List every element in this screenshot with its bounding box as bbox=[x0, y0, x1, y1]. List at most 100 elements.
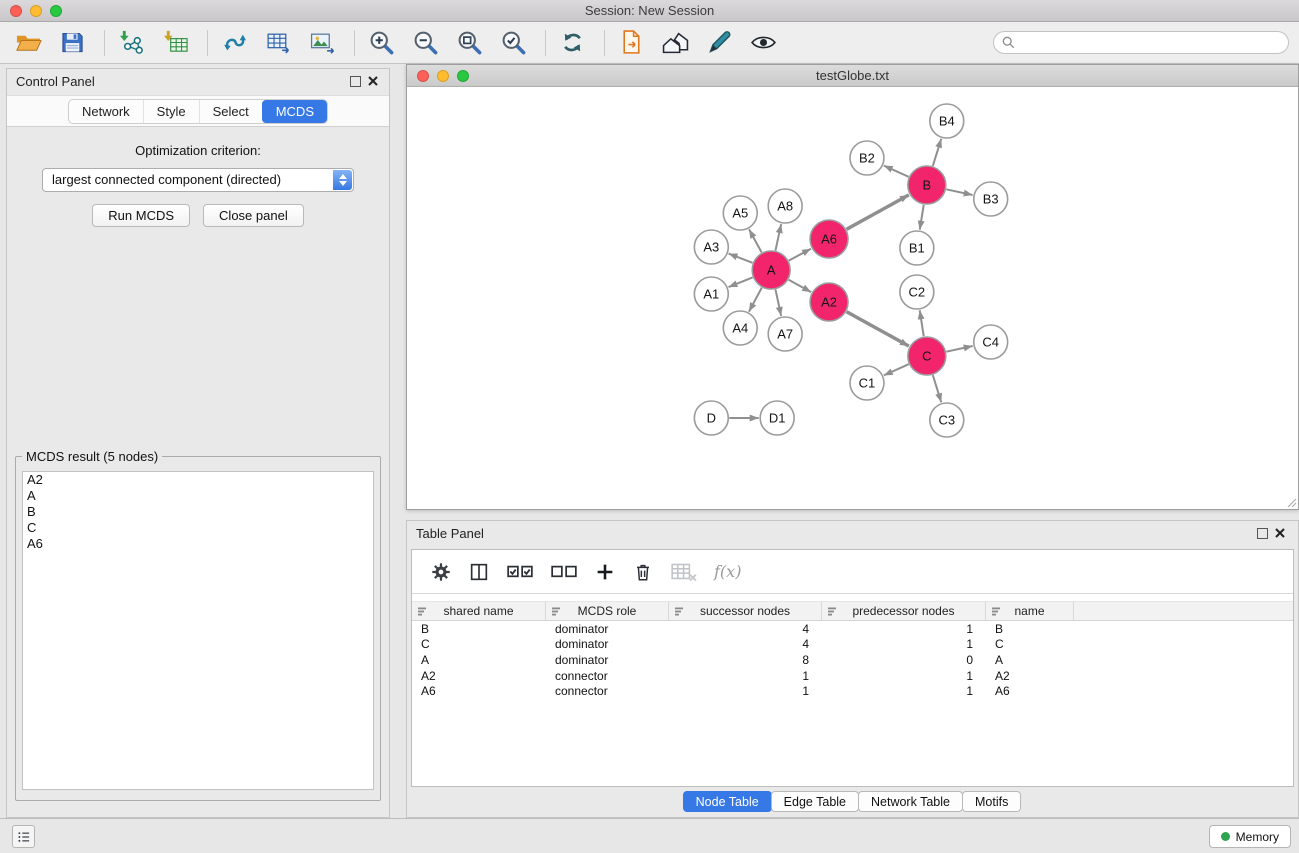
graph-edge-A-A8[interactable] bbox=[775, 224, 781, 250]
graph-edge-A-A4[interactable] bbox=[749, 288, 762, 312]
graph-node-C3[interactable]: C3 bbox=[930, 403, 964, 437]
table-row[interactable]: A6connector11A6 bbox=[412, 683, 1293, 699]
mcds-result-item[interactable]: C bbox=[23, 520, 373, 536]
graph-edge-A-A1[interactable] bbox=[728, 277, 752, 287]
import-network-button[interactable] bbox=[115, 27, 147, 59]
resize-grip-icon[interactable] bbox=[1285, 496, 1297, 508]
task-history-button[interactable] bbox=[12, 825, 35, 848]
graph-node-A2[interactable]: A2 bbox=[810, 283, 848, 321]
new-network-button[interactable] bbox=[218, 27, 250, 59]
add-row-button[interactable] bbox=[590, 557, 620, 587]
column-header-shared-name[interactable]: shared name bbox=[412, 602, 546, 620]
graph-edge-C-C3[interactable] bbox=[933, 375, 941, 402]
graph-edge-C-C1[interactable] bbox=[884, 364, 909, 375]
run-mcds-button[interactable]: Run MCDS bbox=[92, 204, 190, 227]
table-settings-button[interactable] bbox=[426, 557, 456, 587]
tab-mcds[interactable]: MCDS bbox=[262, 100, 327, 123]
tab-motifs[interactable]: Motifs bbox=[962, 791, 1021, 812]
graph-node-A5[interactable]: A5 bbox=[723, 196, 757, 230]
open-session-button[interactable] bbox=[12, 27, 44, 59]
graph-node-B1[interactable]: B1 bbox=[900, 231, 934, 265]
graph-node-A7[interactable]: A7 bbox=[768, 317, 802, 351]
table-row[interactable]: Adominator80A bbox=[412, 652, 1293, 668]
new-table-button[interactable] bbox=[262, 27, 294, 59]
show-columns-button[interactable] bbox=[464, 557, 494, 587]
graph-node-C[interactable]: C bbox=[908, 337, 946, 375]
style-pen-button[interactable] bbox=[703, 27, 735, 59]
close-window-button[interactable] bbox=[10, 5, 22, 17]
close-network-window-button[interactable] bbox=[417, 70, 429, 82]
criterion-dropdown[interactable]: largest connected component (directed) bbox=[42, 168, 354, 192]
mcds-result-item[interactable]: B bbox=[23, 504, 373, 520]
tab-network[interactable]: Network bbox=[69, 100, 143, 123]
network-canvas[interactable]: B4 B2 B B3 A5 A8A6 B1 A3 A C2 A1 A2 A4 A7 C4 C C1 C3 D D1 bbox=[408, 87, 1297, 508]
delete-row-button[interactable] bbox=[628, 557, 658, 587]
graph-node-D[interactable]: D bbox=[694, 401, 728, 435]
zoom-window-button[interactable] bbox=[50, 5, 62, 17]
save-session-button[interactable] bbox=[56, 27, 88, 59]
search-input[interactable] bbox=[1020, 33, 1288, 52]
graph-node-A1[interactable]: A1 bbox=[694, 277, 728, 311]
refresh-button[interactable] bbox=[556, 27, 588, 59]
clear-all-button[interactable] bbox=[546, 557, 582, 587]
minimize-network-window-button[interactable] bbox=[437, 70, 449, 82]
close-panel-button[interactable]: Close panel bbox=[203, 204, 304, 227]
mcds-result-item[interactable]: A6 bbox=[23, 536, 373, 552]
graph-node-B3[interactable]: B3 bbox=[974, 182, 1008, 216]
graph-node-A3[interactable]: A3 bbox=[694, 230, 728, 264]
tab-node-table[interactable]: Node Table bbox=[683, 791, 772, 812]
graph-edge-A-A5[interactable] bbox=[749, 229, 762, 252]
close-table-panel-button[interactable] bbox=[1274, 527, 1286, 539]
graph-edge-C-C2[interactable] bbox=[920, 310, 924, 336]
graph-edge-B-B2[interactable] bbox=[884, 166, 909, 177]
tab-select[interactable]: Select bbox=[199, 100, 262, 123]
graph-node-B4[interactable]: B4 bbox=[930, 104, 964, 138]
network-overview-button[interactable] bbox=[659, 27, 691, 59]
mcds-result-item[interactable]: A2 bbox=[23, 472, 373, 488]
zoom-network-window-button[interactable] bbox=[457, 70, 469, 82]
graph-node-C2[interactable]: C2 bbox=[900, 275, 934, 309]
delete-table-button[interactable] bbox=[666, 557, 702, 587]
graph-edge-B-B4[interactable] bbox=[933, 139, 941, 166]
minimize-window-button[interactable] bbox=[30, 5, 42, 17]
graph-node-A4[interactable]: A4 bbox=[723, 311, 757, 345]
search-box[interactable] bbox=[993, 31, 1289, 54]
graph-node-A[interactable]: A bbox=[752, 251, 790, 289]
tab-network-table[interactable]: Network Table bbox=[858, 791, 963, 812]
graph-edge-B-B1[interactable] bbox=[920, 205, 924, 230]
graph-edge-A-A7[interactable] bbox=[775, 290, 781, 316]
graph-edge-A-A3[interactable] bbox=[729, 254, 753, 263]
tab-edge-table[interactable]: Edge Table bbox=[771, 791, 859, 812]
tab-style[interactable]: Style bbox=[143, 100, 199, 123]
graph-node-C1[interactable]: C1 bbox=[850, 366, 884, 400]
export-image-button[interactable] bbox=[306, 27, 338, 59]
graph-node-A8[interactable]: A8 bbox=[768, 189, 802, 223]
float-panel-button[interactable] bbox=[350, 76, 361, 87]
graph-node-B[interactable]: B bbox=[908, 166, 946, 204]
graph-edge-B-B3[interactable] bbox=[946, 189, 972, 195]
zoom-out-button[interactable] bbox=[409, 27, 441, 59]
toggle-details-button[interactable] bbox=[747, 27, 779, 59]
table-row[interactable]: Cdominator41C bbox=[412, 637, 1293, 653]
import-table-button[interactable] bbox=[159, 27, 191, 59]
zoom-in-button[interactable] bbox=[365, 27, 397, 59]
zoom-selected-button[interactable] bbox=[497, 27, 529, 59]
graph-node-C4[interactable]: C4 bbox=[974, 325, 1008, 359]
graph-edge-C-C4[interactable] bbox=[946, 346, 972, 352]
graph-node-B2[interactable]: B2 bbox=[850, 141, 884, 175]
graph-node-D1[interactable]: D1 bbox=[760, 401, 794, 435]
float-table-panel-button[interactable] bbox=[1257, 528, 1268, 539]
close-panel-icon-button[interactable] bbox=[367, 75, 379, 87]
graph-edge-A-A6[interactable] bbox=[789, 249, 811, 261]
export-network-button[interactable] bbox=[615, 27, 647, 59]
table-row[interactable]: Bdominator41B bbox=[412, 621, 1293, 637]
column-header-successor-nodes[interactable]: successor nodes bbox=[669, 602, 822, 620]
table-row[interactable]: A2connector11A2 bbox=[412, 668, 1293, 684]
column-header-predecessor-nodes[interactable]: predecessor nodes bbox=[822, 602, 986, 620]
graph-node-A6[interactable]: A6 bbox=[810, 220, 848, 258]
graph-edge-A2-C[interactable] bbox=[847, 312, 909, 346]
mcds-result-item[interactable]: A bbox=[23, 488, 373, 504]
column-header-name[interactable]: name bbox=[986, 602, 1074, 620]
graph-edge-A6-B[interactable] bbox=[847, 195, 909, 229]
memory-button[interactable]: Memory bbox=[1209, 825, 1291, 848]
